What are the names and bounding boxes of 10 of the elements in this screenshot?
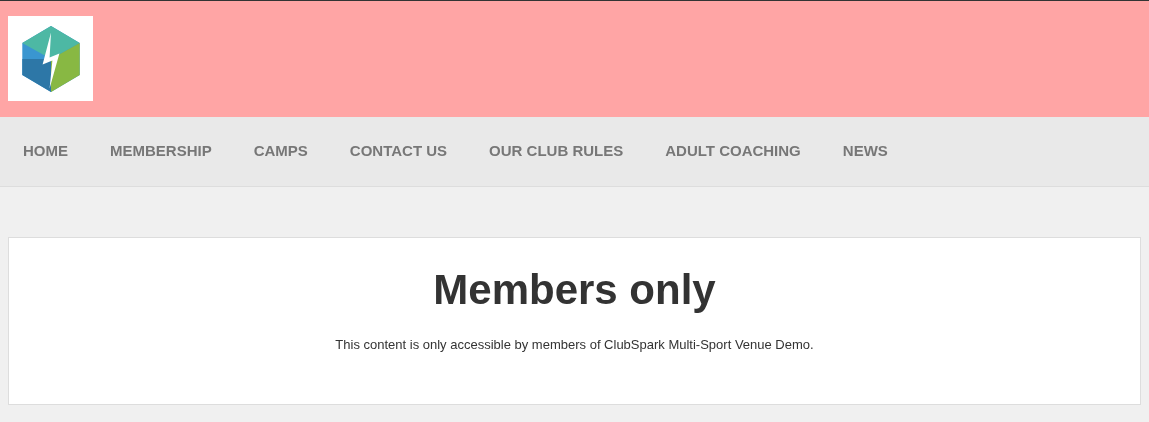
logo-icon[interactable] [8,16,93,101]
page-title: Members only [433,265,716,315]
nav-link[interactable]: CAMPS [232,140,329,163]
nav-link[interactable]: ADULT COACHING [644,140,822,163]
access-message: This content is only accessible by members of ClubSpark Multi-Sport Venue Demo. [335,335,814,354]
nav-link[interactable]: NEWS [821,140,909,163]
nav-link[interactable]: CONTACT US [328,140,469,163]
nav-link[interactable]: OUR CLUB RULES [468,140,645,163]
nav-link[interactable]: MEMBERSHIP [89,140,233,163]
nav-link[interactable]: HOME [2,140,89,163]
